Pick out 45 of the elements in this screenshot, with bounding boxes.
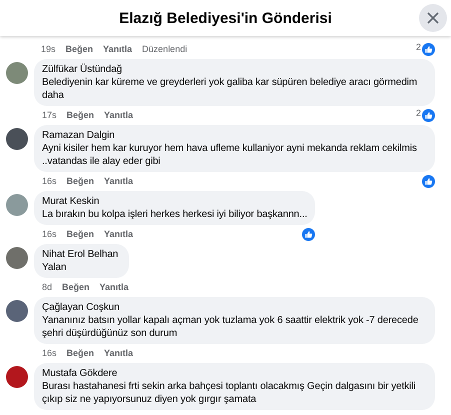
avatar[interactable] — [6, 300, 28, 322]
comment-author[interactable]: Zülfükar Üstündağ — [42, 63, 427, 76]
comment-time[interactable]: 8d — [42, 282, 52, 292]
comment-action-link[interactable]: Yanıtla — [104, 175, 134, 187]
comment-author[interactable]: Mustafa Gökdere — [42, 367, 427, 380]
avatar[interactable] — [6, 128, 28, 150]
comment-action-link[interactable]: Yanıtla — [104, 347, 134, 359]
close-icon — [426, 11, 440, 25]
comment-text: Ayni kisiler hem kar kuruyor hem hava ufleme kullaniyor ayni mekanda reklam cekilmis ..vatandas ile alay eder gibi — [42, 142, 418, 168]
comment-author[interactable]: Ramazan Dalgin — [42, 129, 427, 142]
reaction-count[interactable]: 2 — [416, 108, 421, 118]
comment-action-link[interactable]: Beğen — [66, 175, 94, 187]
comment-time[interactable]: 16s — [42, 348, 57, 358]
comment-action-link[interactable]: Yanıtla — [100, 281, 129, 293]
comment-time[interactable]: 16s — [42, 229, 57, 239]
comment-author[interactable]: Nihat Erol Belhan — [42, 248, 121, 261]
comment-time[interactable]: 16s — [42, 176, 57, 186]
comment-action-link[interactable]: Yanıtla — [103, 43, 132, 55]
comment-time[interactable]: 17s — [42, 110, 57, 120]
dialog-title: Elazığ Belediyesi'in Gönderisi — [119, 10, 332, 26]
comment-text: Yalan — [42, 261, 68, 274]
comment-time[interactable]: 19s — [41, 44, 56, 54]
comment-text: Burası hastahanesi frti sekin arka bahçesi toplantı olacakmış Geçin dalgasını bir yetkili çıkıp siz ne yapıyorsunuz diyen yok gırgır şamata — [42, 380, 417, 406]
comment-action-link[interactable]: Beğen — [66, 228, 94, 240]
comment-author[interactable]: Çağlayan Coşkun — [42, 301, 427, 314]
comment-action-link[interactable]: Beğen — [62, 281, 90, 293]
comment-text: La bırakın bu kolpa işleri herkes herkesi iyi biliyor başkannn... — [42, 208, 308, 221]
comment-action-link[interactable]: Beğen — [66, 109, 94, 121]
comment-action-link[interactable]: Beğen — [66, 347, 94, 359]
close-button[interactable] — [419, 4, 447, 32]
reaction-count[interactable]: 2 — [416, 42, 421, 52]
comment-action-link[interactable]: Yanıtla — [104, 228, 134, 240]
like-reaction-icon[interactable] — [422, 108, 435, 122]
comment-text: Belediyenin kar küreme ve greyderleri yok galiba kar süpüren belediye aracı görmedim daha — [42, 76, 418, 102]
avatar[interactable] — [6, 366, 28, 388]
comment-action-link[interactable]: Yanıtla — [104, 109, 134, 121]
like-reaction-icon[interactable] — [302, 228, 316, 240]
avatar[interactable] — [6, 62, 28, 84]
like-reaction-icon[interactable] — [422, 174, 435, 188]
comment-action-link[interactable]: Beğen — [66, 43, 94, 55]
comment-action-link[interactable]: Düzenlendi — [142, 43, 188, 55]
comment-text: Yananınız batsın yollar kapalı açman yok tuzlama yok 6 saattir elektrik yok -7 derecede şehri düşürdüğünüz son durum — [42, 314, 420, 340]
comment-author[interactable]: Murat Keskin — [42, 195, 308, 208]
like-reaction-icon[interactable] — [422, 42, 435, 56]
avatar[interactable] — [6, 247, 28, 269]
